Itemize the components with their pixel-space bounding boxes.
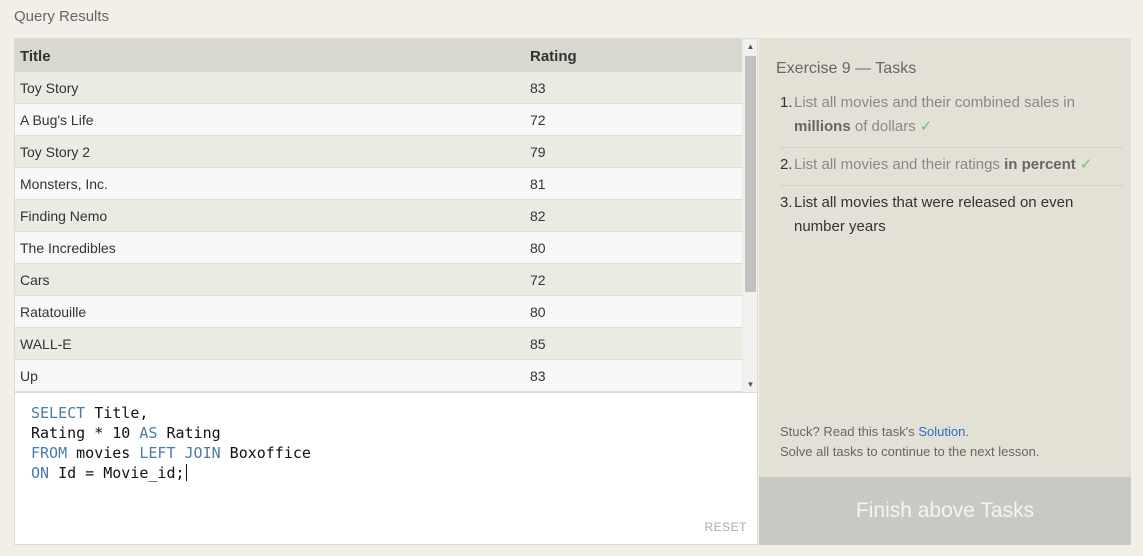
- task-list: 1. List all movies and their combined sal…: [780, 91, 1123, 252]
- task-item: 2. List all movies and their ratings in p…: [780, 153, 1123, 186]
- task-text-pre: List all movies and their combined sales…: [794, 94, 1075, 111]
- task-text-post: of dollars: [850, 118, 916, 135]
- scroll-up-arrow-icon[interactable]: ▲: [743, 39, 757, 54]
- table-row: Cars 72: [15, 264, 742, 296]
- table-row: WALL-E 85: [15, 328, 742, 360]
- task-text-pre: List all movies that were released on ev…: [794, 194, 1074, 235]
- table-row: Toy Story 83: [15, 72, 742, 104]
- task-text-pre: List all movies and their ratings: [794, 156, 1005, 173]
- task-number: 2.: [780, 156, 793, 173]
- task-text-bold: in percent: [1004, 156, 1076, 173]
- sql-text: movies: [67, 444, 140, 462]
- cell-title: Toy Story: [20, 80, 79, 96]
- sql-text: Id = Movie_id;: [49, 464, 185, 482]
- task-text-bold: millions: [794, 118, 851, 135]
- task-number: 3.: [780, 194, 793, 211]
- cell-rating: 79: [530, 144, 546, 160]
- code-line: ON Id = Movie_id;: [31, 463, 311, 483]
- table-row: The Incredibles 80: [15, 232, 742, 264]
- cell-rating: 81: [530, 176, 546, 192]
- sql-code[interactable]: SELECT Title, Rating * 10 AS Rating FROM m…: [31, 403, 311, 483]
- cell-title: Monsters, Inc.: [20, 176, 108, 192]
- cell-title: Ratatouille: [20, 304, 87, 320]
- stuck-period: .: [965, 424, 969, 439]
- table-row: Up 83: [15, 360, 742, 392]
- task-text: List all movies and their ratings in per…: [794, 153, 1123, 177]
- help-text: Stuck? Read this task's Solution. Solve …: [780, 422, 1039, 462]
- tasks-panel: Exercise 9 — Tasks 1. List all movies and…: [759, 38, 1131, 477]
- query-results-heading: Query Results: [14, 8, 110, 25]
- stuck-text: Stuck? Read this task's: [780, 424, 919, 439]
- scroll-thumb[interactable]: [745, 56, 756, 292]
- cell-title: Up: [20, 368, 38, 384]
- cell-title: WALL-E: [20, 336, 72, 352]
- table-body: Toy Story 83 A Bug's Life 72 Toy Story 2 79 Mo…: [15, 72, 742, 392]
- sql-text: Title,: [85, 404, 149, 422]
- cell-rating: 72: [530, 112, 546, 128]
- code-line: Rating * 10 AS Rating: [31, 423, 311, 443]
- table-row: Finding Nemo 82: [15, 200, 742, 232]
- code-line: FROM movies LEFT JOIN Boxoffice: [31, 443, 311, 463]
- finish-tasks-button[interactable]: Finish above Tasks: [759, 477, 1131, 545]
- cell-rating: 80: [530, 240, 546, 256]
- table-row: Monsters, Inc. 81: [15, 168, 742, 200]
- solution-link[interactable]: Solution: [918, 424, 965, 439]
- task-text: List all movies and their combined sales…: [794, 91, 1123, 139]
- sql-text: Boxoffice: [220, 444, 311, 462]
- sql-keyword: LEFT JOIN: [139, 444, 221, 462]
- sql-keyword: AS: [139, 424, 158, 442]
- checkmark-icon: ✓: [919, 118, 933, 135]
- reset-button[interactable]: RESET: [704, 520, 747, 534]
- table-row: Ratatouille 80: [15, 296, 742, 328]
- sql-keyword: SELECT: [31, 404, 86, 422]
- cell-rating: 80: [530, 304, 546, 320]
- cell-rating: 83: [530, 368, 546, 384]
- task-item: 3. List all movies that were released on …: [780, 191, 1123, 247]
- cell-rating: 82: [530, 208, 546, 224]
- cell-rating: 85: [530, 336, 546, 352]
- task-text: List all movies that were released on ev…: [794, 191, 1123, 239]
- cell-rating: 72: [530, 272, 546, 288]
- column-header-title[interactable]: Title: [20, 48, 51, 65]
- table-header: Title Rating: [15, 39, 742, 72]
- sql-keyword: FROM: [31, 444, 68, 462]
- column-header-rating[interactable]: Rating: [530, 48, 577, 65]
- checkmark-icon: ✓: [1079, 156, 1093, 173]
- text-caret: [185, 464, 187, 481]
- sql-editor[interactable]: SELECT Title, Rating * 10 AS Rating FROM m…: [14, 393, 758, 545]
- cell-title: Cars: [20, 272, 50, 288]
- sql-text: Rating * 10: [31, 424, 140, 442]
- scroll-down-arrow-icon[interactable]: ▼: [743, 377, 757, 392]
- continue-text: Solve all tasks to continue to the next …: [780, 444, 1040, 459]
- task-number: 1.: [780, 94, 793, 111]
- table-row: A Bug's Life 72: [15, 104, 742, 136]
- table-row: Toy Story 2 79: [15, 136, 742, 168]
- code-line: SELECT Title,: [31, 403, 311, 423]
- results-scrollbar[interactable]: ▲ ▼: [743, 39, 757, 392]
- cell-title: Toy Story 2: [20, 144, 91, 160]
- cell-title: A Bug's Life: [20, 112, 94, 128]
- cell-rating: 83: [530, 80, 546, 96]
- sql-text: Rating: [157, 424, 221, 442]
- cell-title: The Incredibles: [20, 240, 116, 256]
- tasks-title: Exercise 9 — Tasks: [776, 60, 917, 77]
- cell-title: Finding Nemo: [20, 208, 108, 224]
- task-item: 1. List all movies and their combined sal…: [780, 91, 1123, 148]
- sql-keyword: ON: [31, 464, 50, 482]
- results-table: Title Rating Toy Story 83 A Bug's Life 72 To…: [14, 38, 758, 393]
